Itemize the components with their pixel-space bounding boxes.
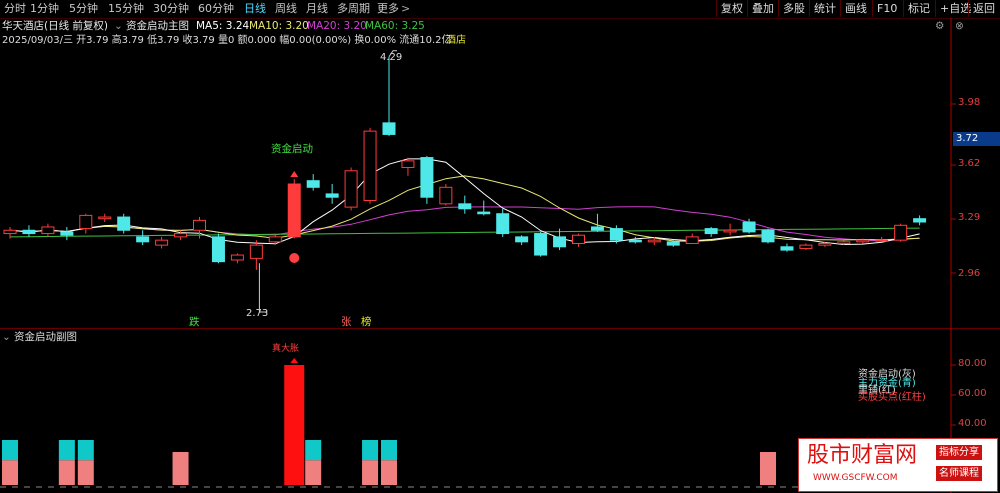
up-arrow-icon — [290, 171, 299, 178]
candle-body — [761, 229, 775, 243]
watermark-box: 股市财富网 WWW.GSCFW.COM 指标分享 名师课程 — [798, 438, 998, 492]
sub-bar — [77, 440, 94, 461]
candle-body — [723, 229, 737, 233]
candle-body — [249, 244, 263, 259]
watermark-title: 股市财富网 — [807, 443, 918, 468]
candle-body — [553, 236, 567, 248]
candle-body — [98, 216, 112, 220]
candle-body — [230, 254, 244, 261]
sub-bar — [381, 440, 397, 461]
candle-body — [609, 228, 623, 241]
sub-bar — [362, 440, 379, 461]
candle-body — [117, 216, 131, 231]
candle-body — [704, 228, 718, 235]
candle-body — [818, 242, 832, 246]
candle-body — [837, 241, 851, 244]
candle-body — [799, 244, 813, 249]
candle-body — [22, 229, 36, 235]
candle-body — [79, 214, 93, 230]
candle-body — [742, 221, 756, 233]
candle-body — [439, 186, 453, 205]
candle-body — [515, 236, 529, 243]
sub-bar — [77, 460, 94, 485]
sub-bar — [2, 460, 18, 485]
chart-canvas[interactable] — [0, 0, 1000, 493]
high-leader-line — [388, 50, 397, 58]
watermark-badge: 指标分享 — [936, 445, 982, 460]
candle-body — [628, 239, 642, 243]
candle-body — [420, 157, 434, 198]
candle-body — [458, 203, 472, 210]
sub-bar — [2, 440, 18, 461]
candle-body — [363, 130, 377, 202]
candle-body — [306, 180, 320, 188]
up-arrow-icon — [290, 358, 299, 363]
candle-body — [344, 170, 358, 208]
candle-body — [647, 239, 661, 243]
candle-body — [287, 183, 301, 238]
candle-body — [174, 233, 188, 238]
candle-body — [136, 236, 150, 243]
sub-bar — [58, 460, 75, 485]
candle-body — [477, 211, 491, 215]
low-leader-line — [258, 263, 268, 313]
candle-body — [894, 224, 908, 241]
sub-bar — [305, 460, 322, 485]
candle-body — [685, 236, 699, 244]
sub-bar — [760, 452, 776, 485]
candle-body — [913, 218, 927, 223]
sub-bar — [381, 460, 397, 485]
sub-bar — [172, 452, 189, 485]
watermark-badge: 名师课程 — [936, 466, 982, 481]
candle-body — [60, 231, 74, 236]
candle-body — [268, 236, 282, 243]
candle-body — [382, 122, 396, 135]
sub-bar — [58, 440, 75, 461]
candle-body — [401, 160, 415, 168]
candle-body — [572, 234, 585, 244]
candle-body — [496, 213, 510, 235]
sub-bar — [284, 365, 305, 485]
candle-body — [666, 241, 680, 246]
candle-body — [41, 226, 55, 235]
candle-body — [590, 226, 604, 231]
candle-body — [534, 233, 548, 256]
signal-dot-icon — [289, 253, 300, 263]
candle-body — [155, 239, 169, 246]
sub-bar — [362, 460, 379, 485]
candle-body — [780, 246, 794, 251]
sub-bar — [305, 440, 322, 461]
candle-body — [856, 239, 870, 243]
candle-body — [325, 193, 339, 198]
candle-body — [875, 239, 889, 242]
candle-body — [211, 236, 225, 263]
candle-body — [193, 219, 206, 231]
watermark-url: WWW.GSCFW.COM — [813, 473, 898, 483]
candle-body — [3, 229, 17, 235]
